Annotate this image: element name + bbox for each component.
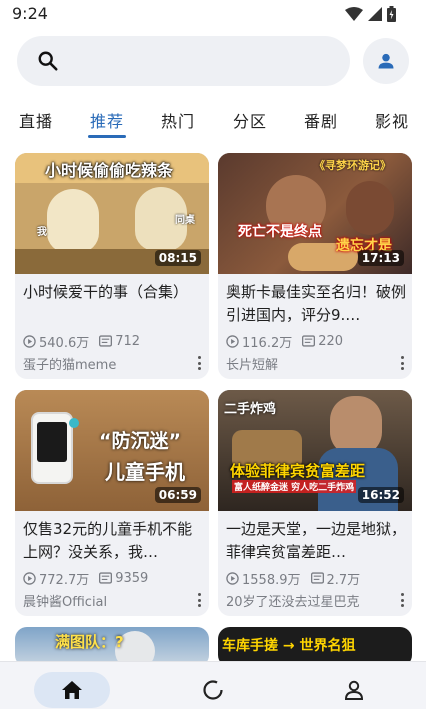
tab-live[interactable]: 直播 [19, 108, 53, 132]
danmaku-count: 712 [115, 333, 141, 349]
danmaku-icon [99, 572, 113, 584]
view-count: 540.6万 [39, 335, 90, 351]
video-duration: 16:52 [357, 487, 404, 503]
view-count: 772.7万 [39, 572, 90, 588]
thumbnail-caption: 满图队：? [55, 633, 124, 651]
thumbnail-subcaption: 富人纸醉金迷 穷人吃二手炸鸡 [232, 480, 357, 493]
danmaku-count: 2.7万 [326, 572, 361, 588]
video-card[interactable]: “防沉迷” 儿童手机 06:59 仅售32元的儿童手机不能上网？没关系，我… 7… [15, 390, 209, 616]
search-bar[interactable] [17, 36, 350, 86]
thumbnail-label: 同桌 [175, 215, 195, 226]
account-button[interactable] [363, 38, 409, 84]
thumbnail-caption: 车库手搓 → 世界名狙 [222, 638, 356, 654]
search-icon [38, 51, 58, 71]
status-bar: 9:24 [0, 0, 426, 30]
home-icon [62, 681, 82, 699]
play-count-icon [23, 571, 36, 585]
thumbnail-label: 我 [37, 227, 47, 238]
video-duration: 08:15 [154, 250, 201, 266]
bottom-navigation [0, 661, 426, 709]
video-stats: 772.7万 9359 [23, 570, 158, 588]
signal-icon [368, 7, 382, 21]
tab-anime[interactable]: 番剧 [304, 108, 338, 132]
video-thumbnail[interactable]: “防沉迷” 儿童手机 06:59 [15, 390, 209, 511]
video-duration: 17:13 [357, 250, 404, 266]
video-stats: 540.6万 712 [23, 333, 150, 351]
tab-hot[interactable]: 热门 [161, 108, 195, 132]
video-title: 小时候爱干的事（合集） [23, 283, 189, 301]
thumbnail-caption: 小时候偷偷吃辣条 [45, 161, 174, 180]
danmaku-icon [99, 335, 113, 347]
video-card[interactable]: 小时候偷偷吃辣条 我 同桌 08:15 小时候爱干的事（合集） 540.6万 7… [15, 153, 209, 379]
video-thumbnail[interactable]: 二手炸鸡 体验菲律宾贫富差距 富人纸醉金迷 穷人吃二手炸鸡 16:52 [218, 390, 412, 511]
video-stats: 1558.9万 2.7万 [226, 570, 370, 588]
video-author[interactable]: 长片短解 [226, 354, 278, 373]
video-author[interactable]: 20岁了还没去过星巴克 [226, 591, 360, 610]
tab-recommend[interactable]: 推荐 [90, 108, 124, 132]
video-thumbnail[interactable]: 小时候偷偷吃辣条 我 同桌 08:15 [15, 153, 209, 274]
thumbnail-caption: 儿童手机 [105, 460, 185, 484]
thumbnail-caption: “防沉迷” [99, 430, 181, 452]
video-card[interactable]: 《寻梦环游记》 死亡不是终点 遗忘才是 17:13 奥斯卡最佳实至名归！破例引进… [218, 153, 412, 379]
play-count-icon [23, 334, 36, 348]
danmaku-count: 220 [318, 333, 344, 349]
more-options-button[interactable] [398, 592, 406, 608]
nav-mine[interactable] [316, 672, 392, 708]
thumbnail-caption: 死亡不是终点 [238, 224, 322, 240]
tab-category[interactable]: 分区 [233, 108, 267, 132]
video-card[interactable]: 二手炸鸡 体验菲律宾贫富差距 富人纸醉金迷 穷人吃二手炸鸡 16:52 一边是天… [218, 390, 412, 616]
play-count-icon [226, 334, 239, 348]
thumbnail-caption: 二手炸鸡 [224, 402, 277, 417]
view-count: 1558.9万 [242, 572, 301, 588]
more-options-button[interactable] [195, 355, 203, 371]
thumbnail-caption: 体验菲律宾贫富差距 [230, 462, 366, 480]
person-outline-icon [344, 680, 364, 700]
video-thumbnail[interactable]: 《寻梦环游记》 死亡不是终点 遗忘才是 17:13 [218, 153, 412, 274]
status-icons [345, 6, 396, 22]
danmaku-icon [310, 572, 324, 584]
video-title: 一边是天堂，一边是地狱，菲律宾贫富差距… [226, 520, 406, 561]
video-title: 仅售32元的儿童手机不能上网？没关系，我… [23, 520, 193, 561]
category-tabs: 直播 推荐 热门 分区 番剧 影视 [0, 100, 426, 140]
video-title: 奥斯卡最佳实至名归！破例引进国内，评分9.… [226, 283, 406, 324]
more-options-button[interactable] [398, 355, 406, 371]
tab-movies[interactable]: 影视 [375, 108, 409, 132]
nav-home[interactable] [34, 672, 110, 708]
video-author[interactable]: 晨钟酱Official [23, 591, 107, 610]
person-icon [378, 53, 394, 69]
danmaku-count: 9359 [115, 570, 149, 586]
play-count-icon [226, 571, 239, 585]
more-options-button[interactable] [195, 592, 203, 608]
wifi-icon [345, 7, 363, 21]
active-tab-indicator [88, 135, 126, 138]
danmaku-icon [302, 335, 316, 347]
video-author[interactable]: 蛋子的猫meme [23, 354, 116, 373]
video-duration: 06:59 [154, 487, 201, 503]
thumbnail-caption: 《寻梦环游记》 [314, 159, 391, 172]
view-count: 116.2万 [242, 335, 293, 351]
nav-dynamic[interactable] [175, 672, 251, 708]
status-time: 9:24 [12, 4, 48, 23]
loading-ring-icon [203, 680, 223, 700]
video-stats: 116.2万 220 [226, 333, 353, 351]
battery-icon [387, 6, 396, 22]
